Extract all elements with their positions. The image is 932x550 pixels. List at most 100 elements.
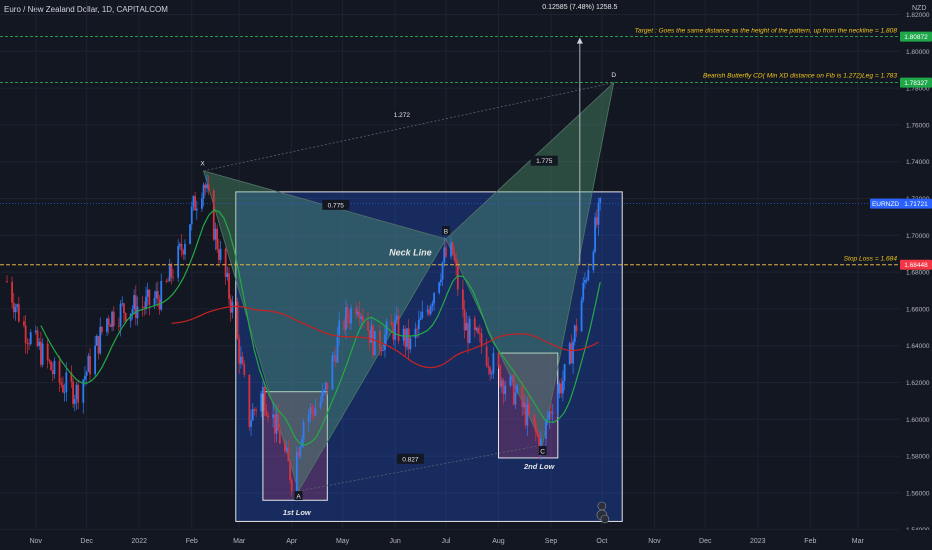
- candle-body: [75, 384, 78, 400]
- candle-body: [563, 364, 566, 382]
- candle-body: [278, 431, 281, 444]
- candle-body: [499, 365, 502, 387]
- candle-body: [384, 334, 386, 351]
- candle-body: [251, 409, 254, 421]
- candle-body: [112, 311, 115, 326]
- candle-body: [87, 355, 90, 372]
- price-badge-label: EURNZD: [872, 201, 899, 208]
- point-label-x: X: [200, 160, 205, 167]
- candle-body: [487, 365, 490, 368]
- candle-body: [380, 349, 383, 351]
- candle-body: [23, 321, 25, 326]
- candle-body: [236, 301, 239, 339]
- candle-body: [284, 443, 286, 452]
- price-tick-label: 1.80000: [906, 49, 930, 56]
- point-label-a: A: [296, 494, 301, 501]
- candle-body: [528, 404, 530, 415]
- candle-body: [265, 411, 268, 416]
- candle-body: [348, 318, 351, 324]
- candle-body: [172, 277, 174, 279]
- candle-body: [346, 307, 349, 319]
- candle-body: [438, 282, 441, 294]
- point-label-b: B: [444, 228, 448, 235]
- candle-body: [123, 303, 125, 314]
- candle-body: [356, 311, 359, 315]
- candle-body: [267, 415, 269, 418]
- price-tick-label: 1.76000: [906, 122, 930, 129]
- time-tick-label: Dec: [699, 538, 712, 545]
- candle-body: [39, 341, 42, 365]
- candle-body: [426, 309, 429, 312]
- price-tick-label: 1.60000: [906, 417, 930, 424]
- candle-body: [568, 343, 571, 365]
- candle-body: [217, 249, 220, 261]
- candle-body: [545, 420, 547, 439]
- candle-body: [336, 335, 339, 363]
- candle-body: [311, 406, 313, 412]
- chart-window[interactable]: Euro / New Zealand Dollar, 1D, CAPITALCO…: [0, 0, 932, 550]
- candle-body: [136, 306, 139, 319]
- candle-body: [373, 331, 376, 356]
- candle-body: [29, 332, 32, 344]
- candle-body: [514, 392, 517, 405]
- candle-body: [12, 302, 15, 313]
- price-tick-label: 1.74000: [906, 159, 930, 166]
- first-low-label: 1st Low: [283, 508, 312, 517]
- candle-body: [195, 208, 198, 211]
- candle-body: [404, 328, 407, 347]
- candle-body: [60, 382, 63, 385]
- time-tick-label: 2023: [750, 538, 766, 545]
- candle-body: [243, 364, 246, 375]
- candle-body: [345, 307, 347, 330]
- candle-body: [445, 247, 447, 257]
- candle-body: [178, 243, 181, 246]
- candle-body: [189, 224, 191, 244]
- candle-body: [124, 313, 127, 321]
- candle-body: [302, 421, 305, 440]
- candle-body: [512, 375, 515, 405]
- candle-body: [133, 295, 136, 310]
- time-tick-label: Aug: [492, 538, 505, 545]
- candle-body: [34, 330, 37, 333]
- candle-body: [599, 198, 602, 203]
- time-tick-label: 2022: [131, 538, 147, 545]
- candle-body: [456, 266, 459, 290]
- event-icon: [597, 501, 607, 511]
- point-label-d: D: [611, 72, 616, 79]
- candle-body: [214, 228, 217, 240]
- candle-body: [462, 289, 464, 310]
- candle-body: [250, 420, 252, 427]
- candle-body: [534, 422, 537, 432]
- candle-body: [299, 446, 302, 457]
- candle-body: [558, 383, 561, 394]
- candle-body: [94, 345, 97, 375]
- candle-body: [167, 280, 169, 282]
- candle-body: [224, 248, 227, 277]
- candle-body: [473, 318, 476, 330]
- price-chart[interactable]: 0.12585 (7.48%) 1258.5 Target : Goes the …: [0, 0, 932, 550]
- candle-body: [255, 410, 258, 412]
- candle-body: [592, 251, 595, 271]
- candle-body: [226, 273, 229, 277]
- price-badge-label: 1.78327: [904, 80, 928, 87]
- candle-body: [107, 318, 110, 326]
- candle-body: [343, 320, 346, 330]
- price-tick-label: 1.68000: [906, 270, 930, 277]
- candle-body: [382, 350, 385, 351]
- candle-body: [300, 439, 303, 447]
- candle-body: [229, 299, 232, 313]
- candle-body: [394, 319, 397, 340]
- candle-body: [378, 331, 381, 350]
- candle-body: [160, 280, 163, 310]
- candle-body: [551, 412, 554, 414]
- candle-body: [275, 413, 278, 434]
- point-label-c: C: [540, 449, 545, 456]
- candle-body: [556, 393, 559, 413]
- candle-body: [443, 247, 446, 263]
- candle-body: [273, 414, 276, 434]
- candle-body: [455, 260, 458, 267]
- candle-body: [207, 184, 210, 191]
- candle-body: [36, 330, 39, 346]
- candle-body: [216, 228, 219, 250]
- candle-body: [324, 382, 327, 391]
